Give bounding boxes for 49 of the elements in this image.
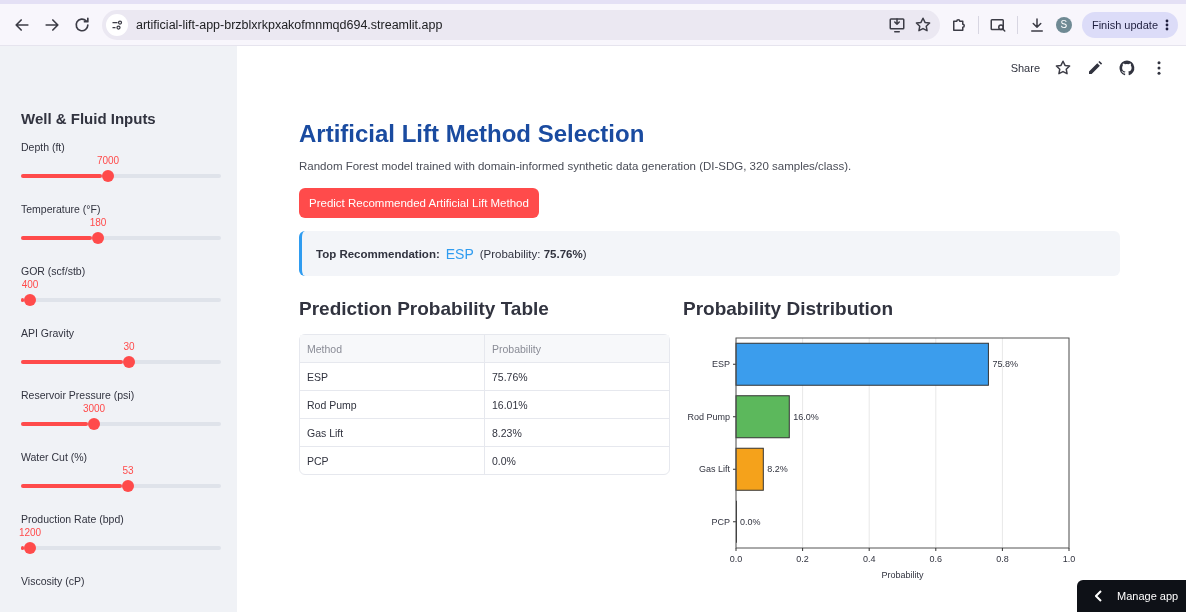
tick-label: 0.2 [796, 554, 809, 564]
slider-label: Production Rate (bpd) [21, 513, 125, 525]
slider-label: Reservoir Pressure (psi) [21, 389, 136, 401]
table-cell: Rod Pump [300, 391, 485, 419]
axis-label: ESP [712, 359, 730, 370]
value-label: 75.8% [992, 359, 1018, 370]
section-title: Probability Distribution [683, 298, 895, 320]
slider-value: 53 [122, 465, 134, 476]
sidebar-title: Well & Fluid Inputs [21, 110, 157, 127]
section-title: Prediction Probability Table [299, 298, 550, 320]
tick-label: 0.8 [996, 554, 1009, 564]
slider-label: Viscosity (cP) [21, 575, 86, 587]
tick-label: 0.4 [862, 554, 876, 564]
table-cell: PCP [300, 447, 485, 474]
tick-label: 0.6 [929, 554, 943, 564]
column-header: Method [300, 335, 485, 363]
probability-text: (Probability: 75.76%) [479, 247, 587, 260]
table-cell: 75.76% [485, 363, 669, 391]
tick-label: 1.0 [1062, 554, 1076, 564]
axis-label: PCP [711, 516, 730, 527]
slider-value: 180 [89, 217, 107, 228]
slider-label: GOR (scf/stb) [21, 265, 87, 277]
slider-label: Depth (ft) [21, 141, 66, 153]
table-cell: 16.01% [485, 391, 669, 419]
slider-value: 7000 [96, 155, 120, 166]
url-text: artificial-lift-app-brzblxrkpxakofmnmqd694.streamlit.app [136, 17, 444, 32]
tick-label: 0.0 [729, 554, 743, 564]
value-label: 8.2% [767, 464, 788, 475]
slider-value: 30 [123, 341, 135, 352]
value-label: 16.0% [793, 411, 819, 422]
slider-label: Temperature (°F) [21, 203, 102, 215]
slider-value: 400 [21, 279, 39, 290]
recommendation-label: Top Recommendation: [316, 247, 440, 260]
table-cell: ESP [300, 363, 485, 391]
recommendation-value: ESP [445, 245, 474, 262]
axis-label: Rod Pump [687, 411, 730, 422]
page-subtitle: Random Forest model trained with domain-informed synthetic data generation (DI-SDG, 320 samples/class). [299, 160, 853, 172]
table-cell-text: 0.0% [491, 453, 517, 469]
slider-label: Water Cut (%) [21, 451, 89, 463]
axis-title: Probability [881, 570, 924, 580]
slider-value: 3000 [82, 403, 106, 414]
table-cell: 8.23% [485, 419, 669, 447]
column-header: Probability [485, 335, 669, 363]
slider-label: API Gravity [21, 327, 76, 339]
page-title: Artificial Lift Method Selection [299, 120, 646, 148]
table-cell: Gas Lift [300, 419, 485, 447]
axis-label: Gas Lift [699, 464, 730, 475]
slider-value: 1200 [18, 527, 42, 538]
value-label: 0.0% [740, 516, 761, 527]
